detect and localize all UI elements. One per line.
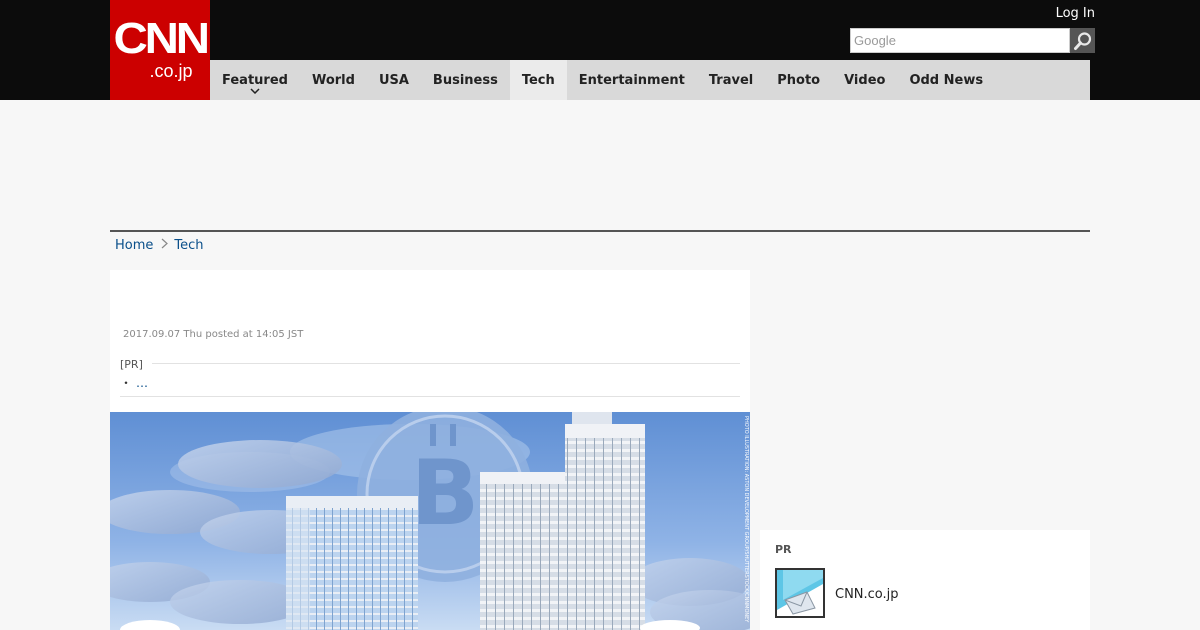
breadcrumb-tech[interactable]: Tech	[174, 238, 203, 253]
search-input[interactable]	[850, 28, 1070, 53]
divider	[120, 396, 740, 397]
nav-item-world[interactable]: World	[300, 60, 367, 100]
section-divider	[110, 230, 1090, 232]
breadcrumb: Home Tech	[115, 238, 204, 253]
nav-item-featured[interactable]: Featured	[210, 60, 300, 100]
nav-item-odd-news[interactable]: Odd News	[897, 60, 995, 100]
chevron-down-icon	[250, 88, 260, 97]
nav-item-photo[interactable]: Photo	[765, 60, 832, 100]
logo-main-text: CNN	[113, 14, 209, 63]
nav-item-label: Entertainment	[578, 72, 685, 88]
main-nav: Featured World USA Business Tech Enterta…	[210, 60, 1090, 100]
nav-item-business[interactable]: Business	[421, 60, 510, 100]
logo-sub-text: .co.jp	[149, 61, 193, 81]
pr-list-item: ・…	[120, 374, 148, 391]
search-button[interactable]	[1070, 28, 1095, 53]
nav-item-entertainment[interactable]: Entertainment	[567, 60, 697, 100]
posted-date: 2017.09.07 Thu posted at 14:05 JST	[123, 329, 304, 340]
nav-item-label: Odd News	[909, 72, 984, 88]
nav-item-label: Photo	[777, 72, 821, 88]
login-link[interactable]: Log In	[1056, 6, 1095, 21]
nav-item-label: World	[311, 72, 355, 88]
search-box	[850, 28, 1095, 53]
hero-image[interactable]: B PHOTO ILLUSTRATION: ASTON DEVELOPMENT …	[110, 412, 750, 630]
magnifier-icon	[1073, 31, 1091, 50]
breadcrumb-home[interactable]: Home	[115, 238, 153, 253]
nav-item-label: Travel	[708, 72, 754, 88]
nav-item-label: Featured	[222, 72, 288, 88]
nav-item-label: Business	[432, 72, 498, 88]
sidebar-pr-label: PR	[775, 543, 792, 556]
nav-item-video[interactable]: Video	[832, 60, 897, 100]
nav-item-usa[interactable]: USA	[367, 60, 421, 100]
nav-item-label: Video	[844, 72, 886, 88]
sidebar-pr-box: PR CNN.co.jp	[760, 530, 1090, 630]
top-header: CNN .co.jp Log In Featured World USA Bus…	[0, 0, 1200, 100]
pr-thumbnail[interactable]	[775, 568, 825, 618]
cnn-logo[interactable]: CNN .co.jp	[110, 0, 210, 100]
nav-item-travel[interactable]: Travel	[697, 60, 765, 100]
article-card: 2017.09.07 Thu posted at 14:05 JST [PR] …	[110, 270, 750, 630]
nav-item-tech[interactable]: Tech	[509, 60, 567, 100]
divider	[152, 363, 740, 364]
pr-label: [PR]	[120, 358, 143, 371]
pr-item-title[interactable]: CNN.co.jp	[835, 587, 899, 602]
bullet: ・	[120, 376, 133, 390]
bitcoin-towers-illustration: B PHOTO ILLUSTRATION: ASTON DEVELOPMENT …	[110, 412, 750, 630]
svg-text:B: B	[411, 441, 480, 546]
envelope-icon	[777, 570, 823, 616]
chevron-right-icon	[161, 238, 169, 253]
nav-item-label: Tech	[521, 72, 555, 88]
nav-item-label: USA	[378, 72, 409, 88]
pr-link[interactable]: …	[136, 376, 148, 390]
hero-caption: PHOTO ILLUSTRATION: ASTON DEVELOPMENT GR…	[743, 416, 749, 623]
